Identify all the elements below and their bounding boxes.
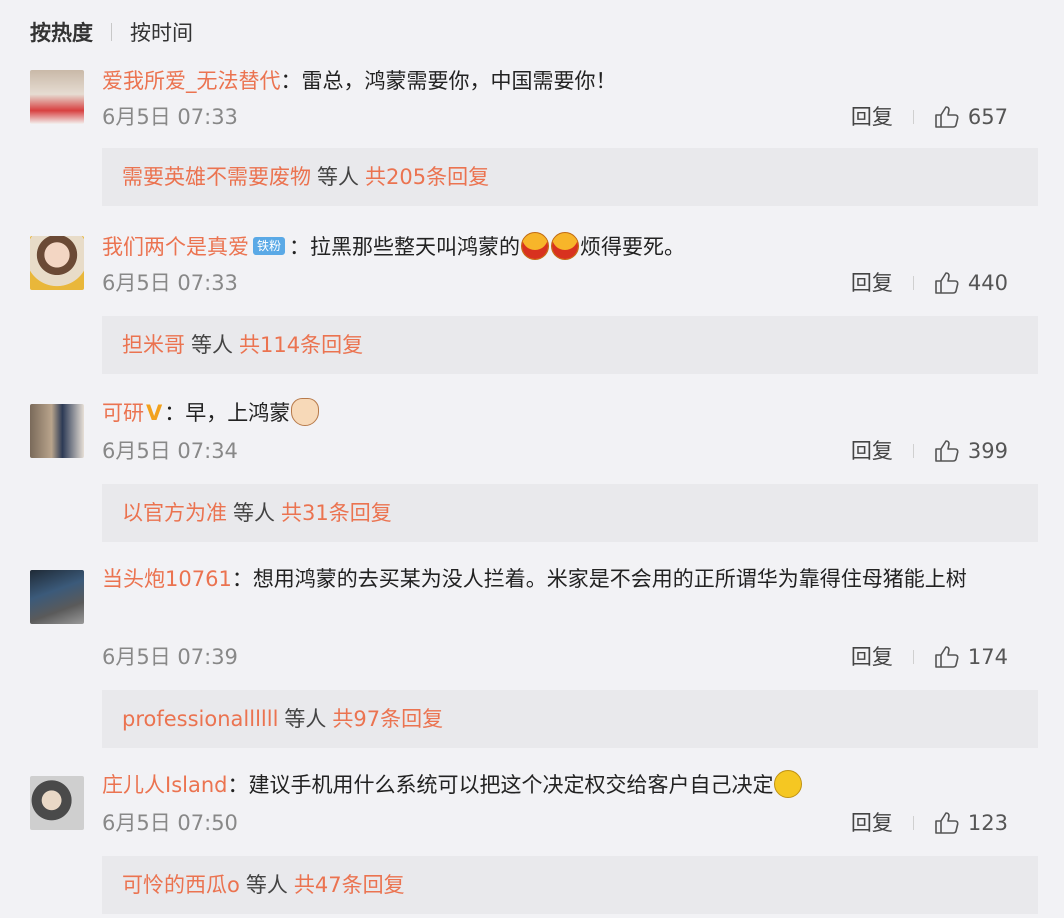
reply-username[interactable]: 可怜的西瓜o — [122, 873, 240, 897]
comment-content: 想用鸿蒙的去买某为没人拦着。米家是不会用的正所谓华为靠得住母猪能上树 — [252, 567, 967, 591]
sort-bar: 按热度 按时间 — [30, 16, 193, 48]
replies-summary[interactable]: 需要英雄不需要废物 等人 共205条回复 — [102, 148, 1038, 206]
avatar[interactable] — [30, 570, 84, 624]
comment-meta: 6月5日 07:34 回复 399 — [102, 436, 1036, 466]
comment-text: 可研V：早，上鸿蒙 — [102, 392, 1036, 434]
reply-etc-label: 等人 — [191, 333, 233, 357]
reply-etc-label: 等人 — [233, 501, 275, 525]
replies-summary[interactable]: 可怜的西瓜o 等人 共47条回复 — [102, 856, 1038, 914]
reply-username[interactable]: 担米哥 — [122, 333, 185, 357]
like-button[interactable]: 123 — [934, 808, 1008, 838]
comment-meta: 6月5日 07:33 回复 657 — [102, 102, 1036, 132]
reply-username[interactable]: 以官方为准 — [122, 501, 227, 525]
divider — [912, 444, 914, 458]
like-count: 174 — [967, 645, 1008, 669]
sort-by-hot-tab[interactable]: 按热度 — [30, 17, 93, 47]
replies-summary[interactable]: 担米哥 等人 共114条回复 — [102, 316, 1038, 374]
divider — [912, 276, 914, 290]
comment-text: 我们两个是真爱 铁粉 ：拉黑那些整天叫鸿蒙的 烦得要死。 — [102, 226, 1036, 268]
reply-button[interactable]: 回复 — [851, 436, 893, 466]
comment-actions: 回复 440 — [851, 268, 1008, 298]
reply-total-link[interactable]: 共31条回复 — [281, 501, 392, 525]
comment-content-after: 烦得要死。 — [580, 235, 686, 259]
comment-content: 建议手机用什么系统可以把这个决定权交给客户自己决定 — [248, 773, 774, 797]
like-button[interactable]: 657 — [934, 102, 1008, 132]
sort-by-time-tab[interactable]: 按时间 — [130, 17, 193, 47]
username-link[interactable]: 庄儿人Island — [102, 773, 227, 797]
reply-button[interactable]: 回复 — [851, 808, 893, 838]
reply-username[interactable]: professionallllll — [122, 707, 278, 731]
comment-meta: 6月5日 07:39 回复 174 — [102, 642, 1036, 672]
reply-total-link[interactable]: 共114条回复 — [239, 333, 363, 357]
divider — [111, 23, 112, 41]
avatar[interactable] — [30, 236, 84, 290]
timestamp: 6月5日 07:39 — [102, 645, 238, 669]
colon: ： — [231, 567, 253, 591]
avatar[interactable] — [30, 404, 84, 458]
colon: ： — [289, 235, 311, 259]
laugh-cry-emoji-icon — [551, 232, 580, 260]
divider — [912, 650, 914, 664]
timestamp: 6月5日 07:34 — [102, 439, 238, 463]
comment-actions: 回复 399 — [851, 436, 1008, 466]
reply-etc-label: 等人 — [284, 707, 327, 731]
thumbs-up-icon — [935, 812, 959, 834]
comment-content: 早，上鸿蒙 — [185, 401, 291, 425]
comment-actions: 回复 123 — [851, 808, 1008, 838]
like-button[interactable]: 174 — [934, 642, 1008, 672]
like-count: 399 — [967, 439, 1008, 463]
divider — [912, 816, 914, 830]
reply-total-link[interactable]: 共47条回复 — [294, 873, 405, 897]
comment-content: 拉黑那些整天叫鸿蒙的 — [310, 235, 521, 259]
username-link[interactable]: 当头炮10761 — [102, 567, 232, 591]
reply-total-link[interactable]: 共97条回复 — [332, 707, 443, 731]
replies-summary[interactable]: 以官方为准 等人 共31条回复 — [102, 484, 1038, 542]
replies-summary[interactable]: professionallllll 等人 共97条回复 — [102, 690, 1038, 748]
colon: ： — [227, 773, 249, 797]
comment-text: 当头炮10761：想用鸿蒙的去买某为没人拦着。米家是不会用的正所谓华为靠得住母猪… — [102, 558, 1036, 600]
cat-emoji-icon — [291, 398, 320, 426]
colon: ： — [280, 69, 302, 93]
timestamp: 6月5日 07:33 — [102, 271, 238, 295]
colon: ： — [164, 401, 186, 425]
thumbs-up-icon — [935, 646, 959, 668]
laugh-cry-emoji-icon — [521, 232, 550, 260]
reply-total-link[interactable]: 共205条回复 — [365, 165, 489, 189]
like-button[interactable]: 440 — [934, 268, 1008, 298]
verified-v-icon: V — [146, 401, 163, 425]
comment-actions: 回复 174 — [851, 642, 1008, 672]
like-count: 657 — [967, 105, 1008, 129]
avatar[interactable] — [30, 776, 84, 830]
username-link[interactable]: 我们两个是真爱 — [102, 235, 249, 259]
comment-meta: 6月5日 07:33 回复 440 — [102, 268, 1036, 298]
comment-actions: 回复 657 — [851, 102, 1008, 132]
reply-button[interactable]: 回复 — [851, 102, 893, 132]
smile-emoji-icon — [774, 770, 803, 798]
comment-content: 雷总，鸿蒙需要你，中国需要你！ — [301, 69, 617, 93]
thumbs-up-icon — [935, 272, 959, 294]
reply-button[interactable]: 回复 — [851, 268, 893, 298]
thumbs-up-icon — [935, 440, 959, 462]
like-button[interactable]: 399 — [934, 436, 1008, 466]
thumbs-up-icon — [935, 106, 959, 128]
comment-text: 爱我所爱_无法替代：雷总，鸿蒙需要你，中国需要你！ — [102, 60, 1036, 102]
divider — [912, 110, 914, 124]
comment-meta: 6月5日 07:50 回复 123 — [102, 808, 1036, 838]
reply-username[interactable]: 需要英雄不需要废物 — [122, 165, 311, 189]
reply-button[interactable]: 回复 — [851, 642, 893, 672]
username-link[interactable]: 爱我所爱_无法替代 — [102, 69, 281, 93]
comment-text: 庄儿人Island：建议手机用什么系统可以把这个决定权交给客户自己决定 — [102, 764, 1036, 806]
like-count: 440 — [967, 271, 1008, 295]
username-link[interactable]: 可研 — [102, 401, 144, 425]
reply-etc-label: 等人 — [245, 873, 288, 897]
fan-badge: 铁粉 — [253, 237, 286, 255]
like-count: 123 — [967, 811, 1008, 835]
timestamp: 6月5日 07:50 — [102, 811, 238, 835]
timestamp: 6月5日 07:33 — [102, 105, 238, 129]
reply-etc-label: 等人 — [317, 165, 359, 189]
avatar[interactable] — [30, 70, 84, 124]
